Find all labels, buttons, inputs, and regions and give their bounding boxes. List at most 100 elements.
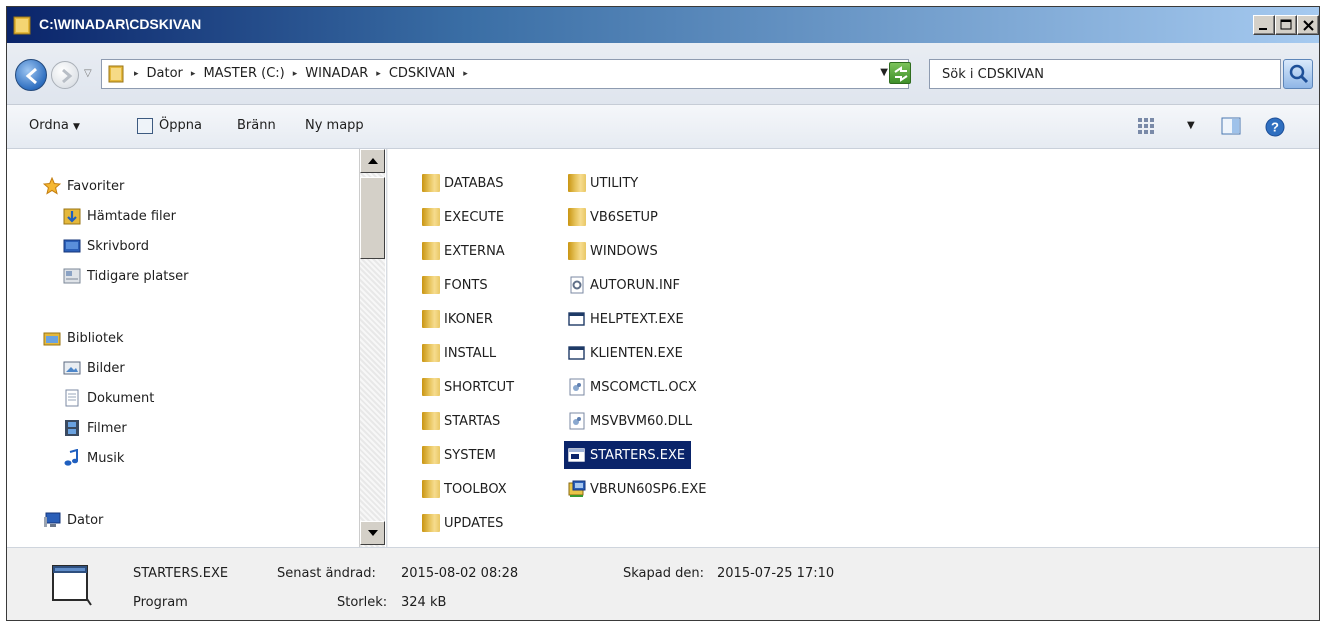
file-item[interactable]: HELPTEXT.EXE	[564, 305, 690, 333]
folder-icon	[108, 65, 124, 83]
folder-item[interactable]: INSTALL	[418, 339, 502, 367]
file-name: MSVBVM60.DLL	[590, 413, 693, 429]
chevron-right-icon[interactable]: ▸	[293, 69, 298, 79]
chevron-right-icon[interactable]: ▸	[376, 69, 381, 79]
close-button[interactable]	[1297, 15, 1319, 35]
computer-icon	[44, 512, 61, 527]
view-grid-icon	[1138, 118, 1154, 134]
nav-item-videos[interactable]: Filmer	[63, 419, 127, 437]
file-item[interactable]: MSCOMCTL.OCX	[564, 373, 703, 401]
breadcrumb[interactable]: ▸ Dator ▸ MASTER (C:) ▸ WINADAR ▸ CDSKIV…	[101, 59, 909, 89]
folder-icon	[422, 242, 440, 260]
folder-item[interactable]: IKONER	[418, 305, 499, 333]
file-name: WINDOWS	[590, 243, 658, 259]
libraries-icon	[43, 332, 61, 346]
forward-button[interactable]	[51, 61, 79, 89]
folder-item[interactable]: VB6SETUP	[564, 203, 664, 231]
open-button[interactable]: Öppna	[159, 118, 202, 133]
organize-label: Ordna	[29, 118, 69, 133]
folder-icon	[422, 412, 440, 430]
title-bar[interactable]: C:\WINADAR\CDSKIVAN	[7, 7, 1319, 43]
desktop-icon	[63, 239, 81, 253]
file-list: DATABAS EXECUTE EXTERNA FONTS IKONER INS…	[388, 149, 1319, 547]
music-icon	[64, 449, 78, 466]
folder-item[interactable]: SHORTCUT	[418, 373, 520, 401]
chevron-down-icon[interactable]: ▼	[1187, 120, 1195, 131]
breadcrumb-item-drive[interactable]: MASTER (C:)	[203, 66, 284, 81]
search-input[interactable]: Sök i CDSKIVAN	[929, 59, 1281, 89]
folder-icon	[422, 344, 440, 362]
file-name: SYSTEM	[444, 447, 496, 463]
file-item[interactable]: VBRUN60SP6.EXE	[564, 475, 712, 503]
nav-item-documents[interactable]: Dokument	[63, 389, 154, 407]
folder-item[interactable]: STARTAS	[418, 407, 506, 435]
file-item-selected[interactable]: STARTERS.EXE	[564, 441, 692, 469]
refresh-button[interactable]	[889, 62, 911, 84]
scroll-thumb[interactable]	[360, 177, 385, 259]
nav-label: Bibliotek	[67, 330, 124, 346]
nav-label: Dokument	[87, 390, 155, 406]
organize-button[interactable]: Ordna ▼	[29, 118, 80, 133]
breadcrumb-item-computer[interactable]: Dator	[147, 66, 183, 81]
folder-item[interactable]: EXECUTE	[418, 203, 510, 231]
open-icon	[137, 118, 153, 134]
program-icon	[568, 448, 585, 462]
recent-pages-dropdown[interactable]: ▽	[84, 68, 92, 79]
nav-label: Skrivbord	[87, 238, 150, 254]
back-button[interactable]	[15, 59, 47, 91]
burn-button[interactable]: Bränn	[237, 118, 276, 133]
minimize-button[interactable]	[1253, 15, 1275, 35]
chevron-right-icon[interactable]: ▸	[134, 69, 139, 79]
arrow-left-icon	[25, 67, 37, 85]
view-options-button[interactable]	[1137, 117, 1155, 139]
nav-item-computer[interactable]: Dator	[43, 511, 103, 529]
arrow-up-icon	[368, 158, 378, 164]
nav-item-recent-places[interactable]: Tidigare platser	[63, 267, 188, 285]
folder-item[interactable]: SYSTEM	[418, 441, 502, 469]
file-item[interactable]: MSVBVM60.DLL	[564, 407, 698, 435]
nav-item-downloads[interactable]: Hämtade filer	[63, 207, 176, 225]
chevron-right-icon[interactable]: ▸	[191, 69, 196, 79]
file-name: STARTAS	[444, 413, 501, 429]
new-folder-button[interactable]: Ny mapp	[305, 118, 364, 133]
breadcrumb-item-winadar[interactable]: WINADAR	[305, 66, 368, 81]
details-file-name: STARTERS.EXE	[133, 566, 229, 581]
file-name: TOOLBOX	[444, 481, 507, 497]
file-item[interactable]: KLIENTEN.EXE	[564, 339, 689, 367]
breadcrumb-item-cdskivan[interactable]: CDSKIVAN	[389, 66, 455, 81]
nav-item-music[interactable]: Musik	[63, 449, 124, 467]
file-name: MSCOMCTL.OCX	[590, 379, 697, 395]
program-icon	[568, 346, 585, 360]
folder-item[interactable]: EXTERNA	[418, 237, 511, 265]
folder-item[interactable]: TOOLBOX	[418, 475, 513, 503]
folder-icon	[13, 16, 31, 35]
nav-scrollbar[interactable]	[359, 149, 385, 547]
nav-item-pictures[interactable]: Bilder	[63, 359, 125, 377]
scroll-up-button[interactable]	[360, 149, 385, 173]
folder-item[interactable]: UPDATES	[418, 509, 509, 537]
folder-item[interactable]: DATABAS	[418, 169, 510, 197]
help-button[interactable]: ?	[1265, 117, 1285, 141]
nav-item-desktop[interactable]: Skrivbord	[63, 237, 149, 255]
program-icon	[52, 565, 92, 606]
folder-item[interactable]: UTILITY	[564, 169, 644, 197]
preview-pane-button[interactable]	[1221, 117, 1241, 139]
search-button[interactable]	[1283, 59, 1313, 89]
file-name: DATABAS	[444, 175, 504, 191]
maximize-button[interactable]	[1275, 15, 1297, 35]
chevron-right-icon[interactable]: ▸	[463, 69, 468, 79]
file-name: AUTORUN.INF	[590, 277, 681, 293]
nav-item-favorites[interactable]: Favoriter	[43, 177, 124, 195]
nav-label: Musik	[87, 450, 125, 466]
scroll-down-button[interactable]	[360, 521, 385, 545]
folder-icon	[422, 480, 440, 498]
folder-icon	[422, 446, 440, 464]
documents-icon	[65, 389, 79, 407]
file-item[interactable]: AUTORUN.INF	[564, 271, 686, 299]
folder-item[interactable]: WINDOWS	[564, 237, 664, 265]
folder-item[interactable]: FONTS	[418, 271, 494, 299]
nav-label: Tidigare platser	[87, 268, 189, 284]
setup-icon	[568, 480, 586, 497]
address-dropdown-icon[interactable]: ▼	[880, 67, 888, 78]
nav-item-libraries[interactable]: Bibliotek	[43, 329, 124, 347]
